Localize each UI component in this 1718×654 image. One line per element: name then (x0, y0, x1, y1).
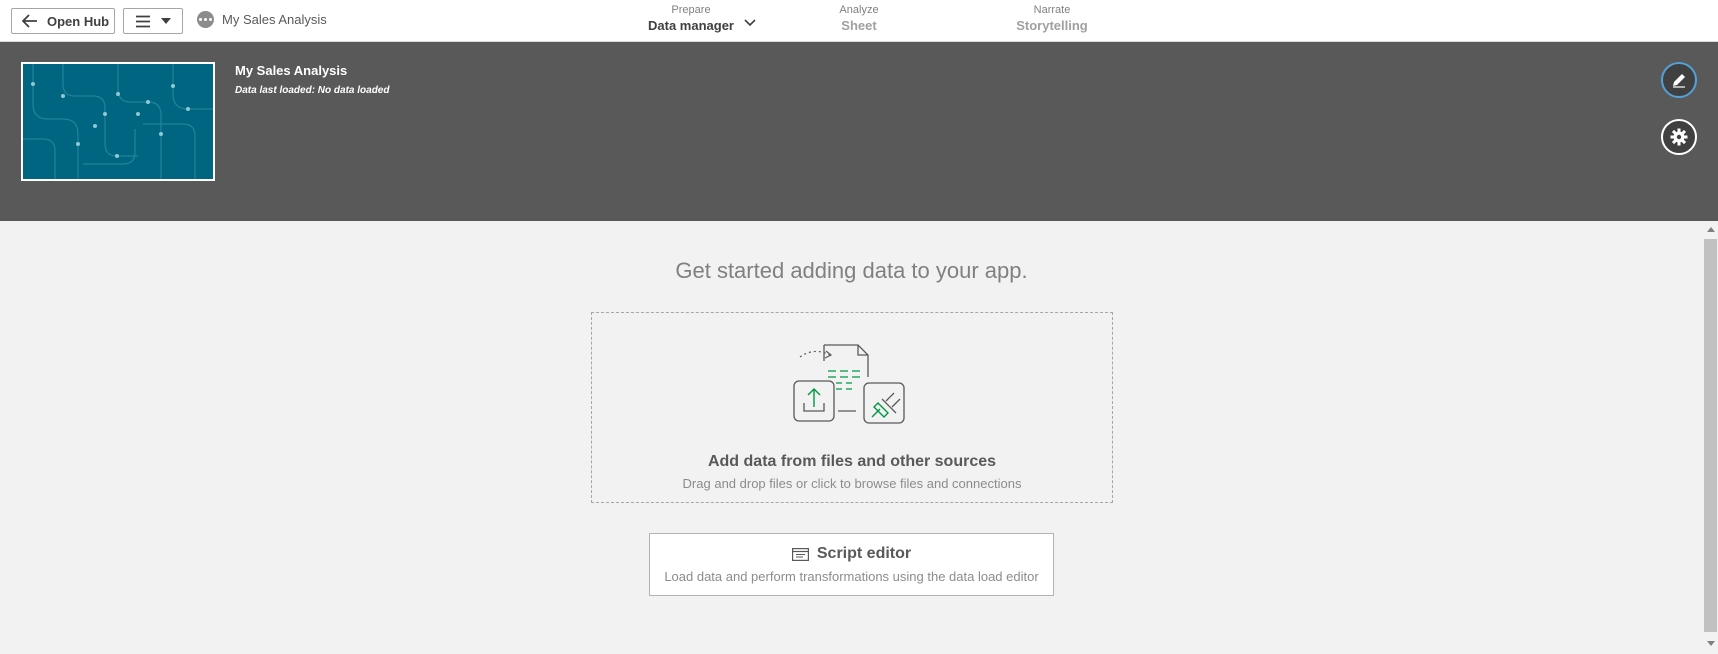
caret-down-icon (161, 18, 171, 24)
circuit-pattern-icon (23, 64, 213, 179)
tab-prepare-label: Data manager (648, 18, 734, 33)
script-editor-title: Script editor (816, 545, 912, 562)
vertical-scrollbar[interactable] (1703, 221, 1718, 654)
scroll-down-arrow-icon[interactable] (1707, 641, 1715, 646)
arrow-left-icon (22, 14, 37, 28)
script-editor-heading: Script editor (650, 545, 1053, 563)
tab-analyze-label: Sheet (841, 18, 877, 33)
app-name: My Sales Analysis (222, 12, 327, 27)
data-load-status: Data last loaded: No data loaded (235, 85, 390, 96)
tab-narrate-label: Storytelling (1016, 18, 1088, 33)
add-data-illustration-icon (793, 344, 905, 424)
top-toolbar: Open Hub My Sales Analysis Prepare Data … (0, 0, 1718, 42)
tab-prepare-caption: Prepare (671, 4, 711, 16)
scroll-up-arrow-icon[interactable] (1707, 227, 1715, 232)
app-settings-button[interactable] (1661, 119, 1697, 155)
script-editor-subtitle: Load data and perform transformations us… (664, 569, 1039, 584)
tab-prepare[interactable]: Prepare Data manager (621, 4, 761, 34)
add-data-dropzone[interactable]: Add data from files and other sources Dr… (591, 312, 1113, 503)
more-icon[interactable] (197, 11, 214, 28)
main-content: Get started adding data to your app. Add… (0, 221, 1718, 654)
add-data-title: Add data from files and other sources (707, 453, 997, 470)
script-icon (791, 547, 809, 561)
global-menu-button[interactable] (123, 8, 183, 34)
gear-icon (1670, 128, 1688, 146)
tab-narrate[interactable]: Narrate Storytelling (1002, 4, 1102, 34)
tab-analyze[interactable]: Analyze Sheet (809, 4, 909, 34)
get-started-heading: Get started adding data to your app. (675, 258, 1028, 283)
scrollbar-thumb[interactable] (1704, 239, 1717, 632)
app-title: My Sales Analysis (235, 63, 348, 78)
script-editor-button[interactable]: Script editor Load data and perform tran… (649, 533, 1054, 596)
tab-narrate-caption: Narrate (1033, 4, 1071, 16)
app-header: My Sales Analysis Data last loaded: No d… (0, 42, 1718, 221)
app-name-area[interactable]: My Sales Analysis (197, 11, 327, 28)
tab-analyze-caption: Analyze (839, 4, 879, 16)
add-data-subtitle: Drag and drop files or click to browse f… (682, 476, 1022, 491)
open-hub-label: Open Hub (47, 13, 110, 29)
chevron-down-icon[interactable] (744, 19, 756, 27)
open-hub-button[interactable]: Open Hub (11, 8, 115, 34)
app-thumbnail[interactable] (21, 62, 215, 181)
edit-app-button[interactable] (1661, 62, 1697, 98)
pencil-icon (1673, 74, 1685, 88)
hamburger-icon (136, 15, 150, 27)
